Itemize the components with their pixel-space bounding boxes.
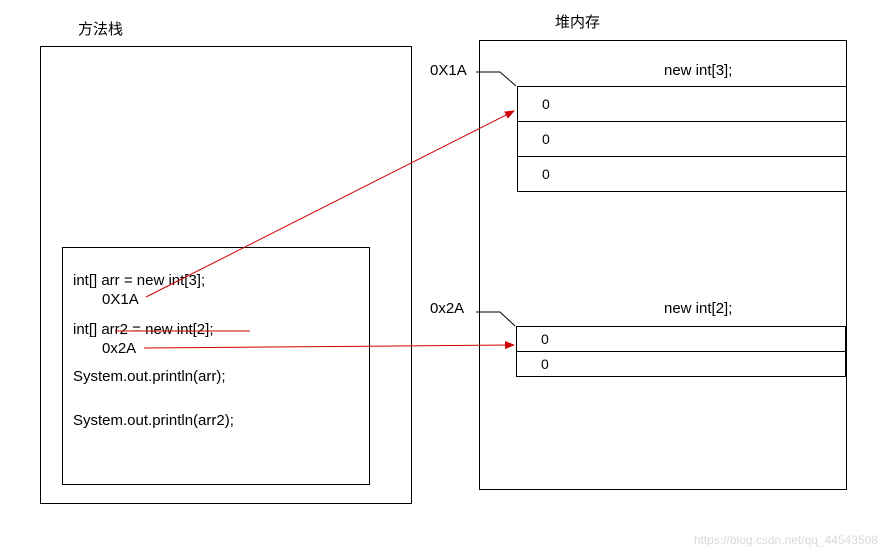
table-row: 0 — [518, 122, 846, 157]
stack-title: 方法栈 — [78, 18, 123, 39]
code-line-println-arr2: System.out.println(arr2); — [73, 412, 234, 429]
table-row: 0 — [518, 87, 846, 122]
heap-block2-declaration: new int[2]; — [664, 300, 732, 317]
heap-title: 堆内存 — [555, 11, 600, 32]
table-row: 0 — [517, 327, 845, 352]
code-addr-arr: 0X1A — [102, 291, 139, 308]
heap-block1-table: 0 0 0 — [517, 86, 847, 192]
watermark: https://blog.csdn.net/qq_44543508 — [694, 533, 878, 547]
heap-block2-table: 0 0 — [516, 326, 846, 377]
code-line-arr-decl: int[] arr = new int[3]; — [73, 272, 205, 289]
heap-block1-address: 0X1A — [430, 62, 467, 79]
code-addr-arr2: 0x2A — [102, 340, 136, 357]
diagram-container: 方法栈 堆内存 main 方法 int[] arr = new int[3]; … — [0, 0, 886, 553]
code-line-arr2-decl: int[] arr2 = new int[2]; — [73, 321, 214, 338]
table-row: 0 — [518, 157, 846, 191]
heap-block2-address: 0x2A — [430, 300, 464, 317]
table-row: 0 — [517, 352, 845, 376]
code-line-println-arr: System.out.println(arr); — [73, 368, 226, 385]
heap-block1-declaration: new int[3]; — [664, 62, 732, 79]
